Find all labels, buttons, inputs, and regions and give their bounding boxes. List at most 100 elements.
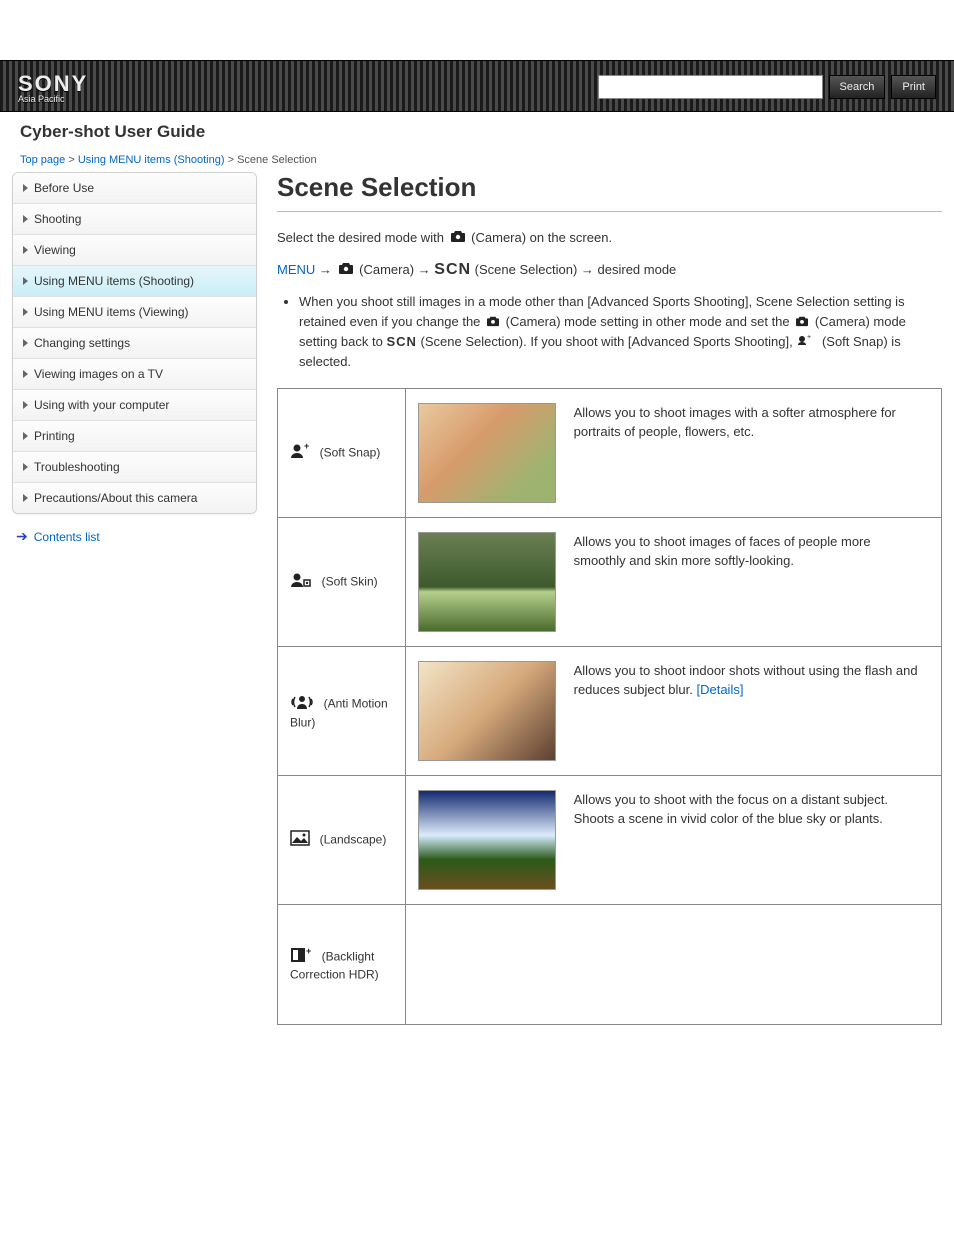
mode-description: Allows you to shoot with the focus on a …: [574, 790, 925, 829]
search-button[interactable]: Search: [829, 75, 886, 99]
sidebar-item-label: Viewing: [34, 243, 76, 257]
table-row: (Anti Motion Blur) Allows you to shoot i…: [278, 646, 942, 775]
desc-cell: Allows you to shoot images of faces of p…: [406, 517, 942, 646]
mode-cell: (Soft Skin): [278, 517, 406, 646]
mode-label: (Soft Skin): [322, 575, 378, 589]
sidebar-item-label: Printing: [34, 429, 75, 443]
sample-image: [418, 661, 556, 761]
sidebar-item-printing[interactable]: Printing: [13, 421, 256, 452]
product-line: Cyber-shot User Guide: [0, 112, 954, 142]
sidebar-item-label: Shooting: [34, 212, 81, 226]
mode-description: Allows you to shoot images of faces of p…: [574, 532, 925, 571]
mode-cell: (Anti Motion Blur): [278, 646, 406, 775]
sidebar-item-tv[interactable]: Viewing images on a TV: [13, 359, 256, 390]
anti-motion-blur-icon: [290, 693, 314, 714]
sidebar-item-menu-shooting[interactable]: Using MENU items (Shooting): [13, 266, 256, 297]
brand-region: Asia Pacific: [18, 95, 88, 104]
chevron-right-icon: [23, 370, 28, 378]
sample-image: [418, 790, 556, 890]
mode-description-text: Allows you to shoot indoor shots without…: [574, 663, 918, 698]
arrow-right-icon: ➔: [16, 528, 28, 545]
sidebar-item-label: Changing settings: [34, 336, 130, 350]
svg-text:+: +: [304, 442, 309, 451]
sidebar-item-viewing[interactable]: Viewing: [13, 235, 256, 266]
breadcrumb-category[interactable]: Using MENU items (Shooting): [78, 154, 225, 166]
breadcrumb: Top page > Using MENU items (Shooting) >…: [0, 142, 954, 172]
details-link[interactable]: [Details]: [696, 682, 743, 697]
sidebar-item-menu-viewing[interactable]: Using MENU items (Viewing): [13, 297, 256, 328]
brand-name: SONY: [18, 71, 88, 96]
soft-skin-icon: [290, 571, 312, 592]
menu-path: MENU → (Camera) → SCN (Scene Selection) …: [277, 258, 942, 282]
note-item: When you shoot still images in a mode ot…: [299, 292, 942, 372]
backlight-hdr-icon: +: [290, 947, 312, 966]
desc-cell: Allows you to shoot with the focus on a …: [406, 775, 942, 904]
mode-label: (Landscape): [320, 833, 387, 847]
soft-snap-icon: +: [796, 333, 812, 353]
mode-cell: + (Soft Snap): [278, 388, 406, 517]
table-row: + (Soft Snap) Allows you to shoot images…: [278, 388, 942, 517]
arrow: →: [414, 262, 434, 277]
brand-logo: SONY Asia Pacific: [18, 71, 88, 104]
mode-cell: (Landscape): [278, 775, 406, 904]
sidebar-item-shooting[interactable]: Shooting: [13, 204, 256, 235]
sidebar-item-label: Troubleshooting: [34, 460, 120, 474]
sidebar-item-before-use[interactable]: Before Use: [13, 173, 256, 204]
search-input[interactable]: [598, 75, 823, 99]
sidebar-item-label: Using MENU items (Shooting): [34, 274, 194, 288]
table-row: + (Backlight Correction HDR): [278, 904, 942, 1024]
arrow: →: [577, 262, 597, 277]
table-row: (Landscape) Allows you to shoot with the…: [278, 775, 942, 904]
sample-image: [418, 403, 556, 503]
sidebar-item-label: Before Use: [34, 181, 94, 195]
camera-icon: [795, 313, 809, 333]
sidebar-item-label: Precautions/About this camera: [34, 491, 197, 505]
sidebar-item-troubleshooting[interactable]: Troubleshooting: [13, 452, 256, 483]
intro-text-before: Select the desired mode with: [277, 230, 448, 245]
breadcrumb-top[interactable]: Top page: [20, 154, 65, 166]
menu-link[interactable]: MENU: [277, 262, 315, 277]
desc-cell: Allows you to shoot images with a softer…: [406, 388, 942, 517]
chevron-right-icon: [23, 339, 28, 347]
table-row: (Soft Skin) Allows you to shoot images o…: [278, 517, 942, 646]
svg-text:+: +: [306, 947, 311, 956]
sidebar-item-precautions[interactable]: Precautions/About this camera: [13, 483, 256, 513]
landscape-icon: [290, 830, 310, 849]
contents-list-link[interactable]: ➔ Contents list: [12, 528, 257, 545]
menu-path-suffix: desired mode: [598, 262, 677, 277]
print-button[interactable]: Print: [891, 75, 936, 99]
mode-description: Allows you to shoot indoor shots without…: [574, 661, 925, 700]
mode-label: (Soft Snap): [320, 446, 381, 460]
intro-text-after: (Camera) on the screen.: [471, 230, 612, 245]
page-title: Scene Selection: [277, 172, 942, 212]
note-text-4: (Scene Selection). If you shoot with [Ad…: [421, 334, 797, 349]
desc-cell: [406, 904, 942, 1024]
note-list: When you shoot still images in a mode ot…: [299, 292, 942, 372]
sidebar-item-label: Using MENU items (Viewing): [34, 305, 188, 319]
main-content: Scene Selection Select the desired mode …: [277, 172, 942, 1025]
sidebar-item-label: Viewing images on a TV: [34, 367, 163, 381]
camera-icon: [338, 261, 354, 281]
sidebar-panel: Before Use Shooting Viewing Using MENU i…: [12, 172, 257, 514]
chevron-right-icon: [23, 184, 28, 192]
sidebar-item-changing-settings[interactable]: Changing settings: [13, 328, 256, 359]
header-bar: SONY Asia Pacific Search Print: [0, 60, 954, 112]
scn-icon: SCN: [434, 261, 471, 278]
camera-icon: [486, 313, 500, 333]
chevron-right-icon: [23, 308, 28, 316]
scene-table: + (Soft Snap) Allows you to shoot images…: [277, 388, 942, 1025]
desc-cell: Allows you to shoot indoor shots without…: [406, 646, 942, 775]
chevron-right-icon: [23, 277, 28, 285]
chevron-right-icon: [23, 215, 28, 223]
arrow: →: [315, 262, 335, 277]
contents-list-label[interactable]: Contents list: [34, 530, 100, 544]
search-area: Search Print: [598, 75, 936, 99]
sidebar-item-label: Using with your computer: [34, 398, 169, 412]
mode-description: Allows you to shoot images with a softer…: [574, 403, 925, 442]
camera-icon: [450, 229, 466, 249]
sidebar-item-computer[interactable]: Using with your computer: [13, 390, 256, 421]
breadcrumb-current: Scene Selection: [237, 154, 317, 166]
note-text-2: (Camera) mode setting in other mode and …: [506, 314, 794, 329]
chevron-right-icon: [23, 246, 28, 254]
scn-icon: SCN: [386, 334, 416, 349]
